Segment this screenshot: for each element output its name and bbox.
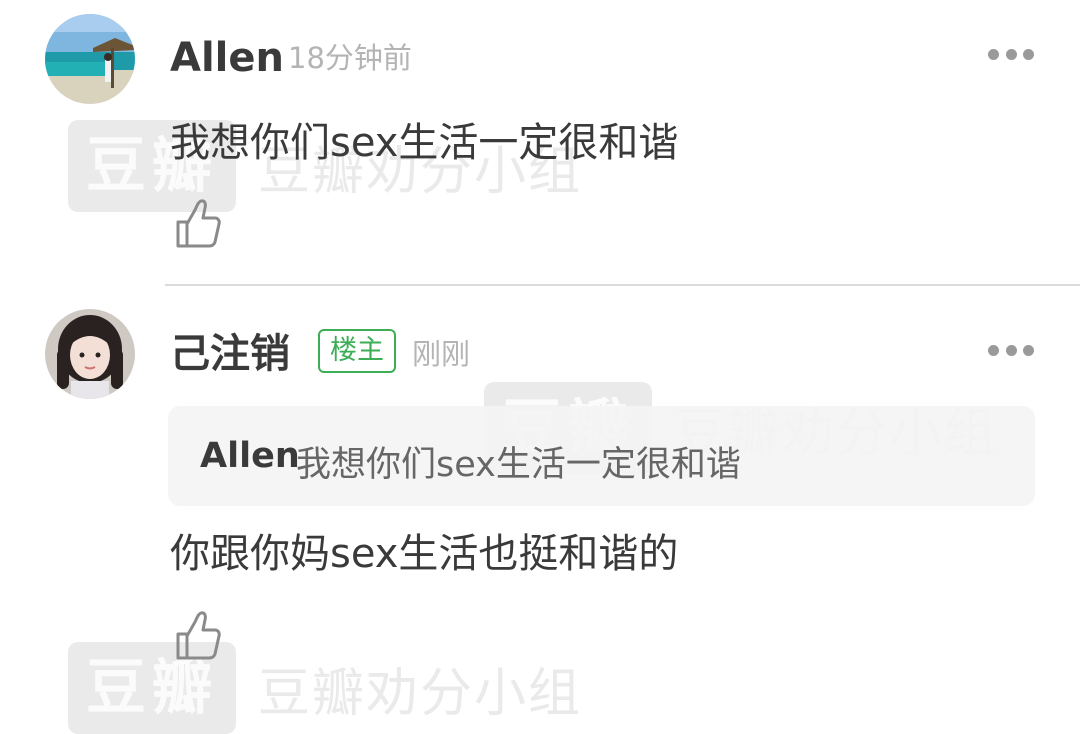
more-dots-icon[interactable] <box>988 343 1034 357</box>
avatar[interactable] <box>45 309 135 399</box>
comment-text: 你跟你妈sex生活也挺和谐的 <box>170 531 679 577</box>
comment-author[interactable]: Allen <box>170 34 284 82</box>
comment-item: Allen 18分钟前 我想你们sex生活一定很和谐 <box>0 0 1080 284</box>
comment-author[interactable]: 己注销 <box>170 330 290 378</box>
more-dots-icon[interactable] <box>988 47 1034 61</box>
quoted-author: Allen <box>200 436 300 476</box>
quoted-text: 我想你们sex生活一定很和谐 <box>296 445 741 485</box>
comment-time: 刚刚 <box>412 337 471 371</box>
quoted-comment[interactable]: Allen 我想你们sex生活一定很和谐 <box>168 406 1035 506</box>
thumbs-up-icon[interactable] <box>173 198 223 250</box>
owner-badge: 楼主 <box>318 329 396 373</box>
thumbs-up-icon[interactable] <box>173 610 223 662</box>
comment-time: 18分钟前 <box>288 41 412 75</box>
girl-avatar-image <box>45 309 135 399</box>
comment-text: 我想你们sex生活一定很和谐 <box>170 120 679 166</box>
beach-avatar-image <box>45 14 135 104</box>
avatar[interactable] <box>45 14 135 104</box>
